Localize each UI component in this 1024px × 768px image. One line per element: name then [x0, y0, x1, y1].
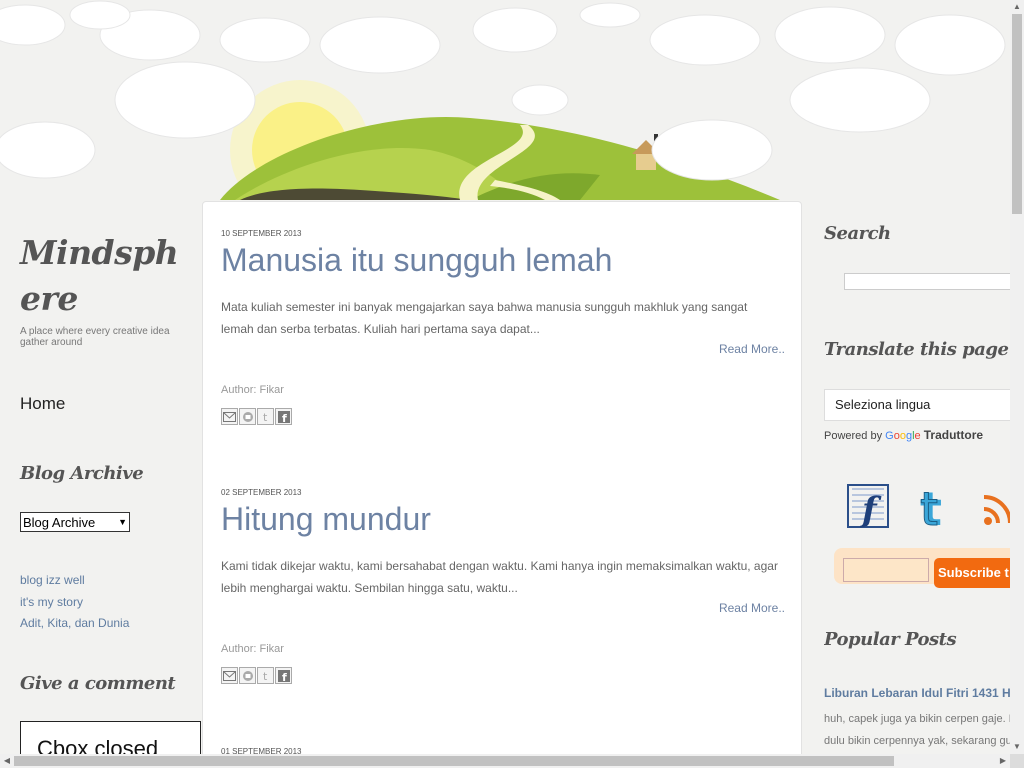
- left-sidebar: Mindsphere A place where every creative …: [20, 230, 201, 768]
- main-content: 10 September 2013 Manusia itu sungguh le…: [202, 201, 802, 768]
- translate-title: Translate this page: [824, 339, 1009, 360]
- svg-text:t: t: [263, 411, 268, 423]
- translator-link[interactable]: Traduttore: [924, 428, 983, 442]
- email-icon[interactable]: [221, 408, 238, 425]
- svg-text:t: t: [263, 670, 268, 682]
- email-icon[interactable]: [221, 667, 238, 684]
- popular-post-excerpt: huh, capek juga ya bikin cerpen gaje. I …: [824, 708, 1010, 752]
- facebook-icon[interactable]: f: [275, 408, 292, 425]
- google-translate-credit: Powered by Google Traduttore: [824, 428, 983, 442]
- header-illustration: [0, 0, 1010, 200]
- facebook-icon[interactable]: f: [275, 667, 292, 684]
- post: 10 September 2013 Manusia itu sungguh le…: [221, 229, 785, 425]
- twitter-sketch-icon[interactable]: t t: [914, 481, 958, 532]
- scroll-right-icon[interactable]: ▶: [996, 754, 1010, 768]
- search-input[interactable]: [844, 273, 1010, 290]
- right-sidebar: Search Translate this page Seleziona lin…: [824, 223, 1010, 768]
- svg-text:f: f: [282, 671, 287, 682]
- post-excerpt: Kami tidak dikejar waktu, kami bersahaba…: [221, 559, 778, 595]
- post-author: Author: Fikar: [221, 384, 284, 396]
- archive-link[interactable]: blog izz well: [20, 570, 129, 592]
- svg-text:f: f: [860, 490, 882, 530]
- subscribe-bar: Subscribe t: [834, 548, 1010, 588]
- svg-text:t: t: [920, 482, 938, 531]
- popular-posts-title: Popular Posts: [824, 629, 957, 650]
- share-buttons: t f: [221, 667, 785, 684]
- twitter-icon[interactable]: t: [257, 408, 274, 425]
- archive-title: Blog Archive: [20, 463, 144, 484]
- scroll-up-icon[interactable]: ▲: [1010, 0, 1024, 14]
- comment-title: Give a comment: [20, 673, 176, 694]
- horizontal-scrollbar[interactable]: ◀ ▶: [0, 754, 1010, 768]
- nav-home-link[interactable]: Home: [20, 394, 65, 414]
- popular-post-link[interactable]: Liburan Lebaran Idul Fitri 1431 H: [824, 686, 1010, 700]
- post-excerpt: Mata kuliah semester ini banyak mengajar…: [221, 300, 748, 336]
- blog-description: A place where every creative idea gather…: [20, 326, 170, 348]
- language-select-value: Seleziona lingua: [835, 397, 931, 412]
- share-buttons: t f: [221, 408, 785, 425]
- scrollbar-corner: [1010, 754, 1024, 768]
- archive-select-value: Blog Archive: [23, 514, 96, 530]
- post-title[interactable]: Hitung mundur: [221, 501, 785, 537]
- archive-link[interactable]: Adit, Kita, dan Dunia: [20, 613, 129, 635]
- twitter-icon[interactable]: t: [257, 667, 274, 684]
- language-select[interactable]: Seleziona lingua: [824, 389, 1010, 421]
- popular-excerpt-line: huh, capek juga ya bikin cerpen gaje. I: [824, 713, 1010, 725]
- horizontal-scroll-thumb[interactable]: [14, 756, 894, 766]
- page: Mindsphere A place where every creative …: [0, 0, 1024, 768]
- post-date: 10 September 2013: [221, 229, 302, 238]
- archive-select[interactable]: Blog Archive ▼: [20, 512, 130, 532]
- post-title[interactable]: Manusia itu sungguh lemah: [221, 242, 785, 278]
- vertical-scroll-thumb[interactable]: [1012, 14, 1022, 214]
- read-more-link[interactable]: Read More..: [221, 601, 785, 615]
- powered-by-label: Powered by: [824, 430, 883, 442]
- read-more-link[interactable]: Read More..: [221, 342, 785, 356]
- scroll-down-icon[interactable]: ▼: [1010, 740, 1024, 754]
- svg-text:f: f: [282, 412, 287, 423]
- post-author: Author: Fikar: [221, 643, 284, 655]
- post: 02 September 2013 Hitung mundur Kami tid…: [221, 488, 785, 684]
- facebook-sketch-icon[interactable]: f: [844, 481, 892, 531]
- scroll-left-icon[interactable]: ◀: [0, 754, 14, 768]
- popular-excerpt-line: dulu bikin cerpennya yak, sekarang gu: [824, 735, 1010, 747]
- rss-sketch-icon[interactable]: [980, 481, 1010, 531]
- archive-links: blog izz well it's my story Adit, Kita, …: [20, 570, 129, 635]
- blogger-icon[interactable]: [239, 667, 256, 684]
- social-icons: f t t: [844, 481, 1010, 531]
- blog-title[interactable]: Mindsphere: [20, 230, 195, 322]
- archive-link[interactable]: it's my story: [20, 592, 129, 614]
- subscribe-email-input[interactable]: [843, 558, 929, 582]
- post-date: 02 September 2013: [221, 488, 302, 497]
- chevron-down-icon: ▼: [118, 517, 127, 527]
- blogger-icon[interactable]: [239, 408, 256, 425]
- search-title: Search: [824, 223, 891, 244]
- vertical-scrollbar[interactable]: ▲ ▼: [1010, 0, 1024, 754]
- subscribe-button[interactable]: Subscribe t: [934, 558, 1010, 588]
- google-logo[interactable]: Google: [885, 430, 921, 442]
